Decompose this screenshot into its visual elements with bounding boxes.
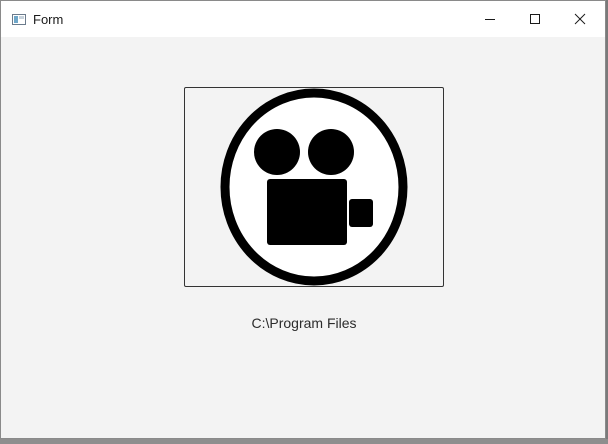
minimize-icon xyxy=(485,19,495,20)
maximize-button[interactable] xyxy=(512,1,558,37)
image-frame xyxy=(184,87,444,287)
title-bar[interactable]: Form xyxy=(1,1,605,37)
window-title: Form xyxy=(33,12,64,27)
window-shadow xyxy=(0,439,608,444)
video-camera-icon xyxy=(220,88,408,286)
close-button[interactable] xyxy=(557,1,603,37)
form-window-icon xyxy=(12,14,26,25)
minimize-button[interactable] xyxy=(467,1,513,37)
path-label: C:\Program Files xyxy=(251,315,357,331)
form-window: Form C:\Program Files xyxy=(0,0,606,439)
maximize-icon xyxy=(530,14,540,24)
close-icon xyxy=(574,13,586,25)
